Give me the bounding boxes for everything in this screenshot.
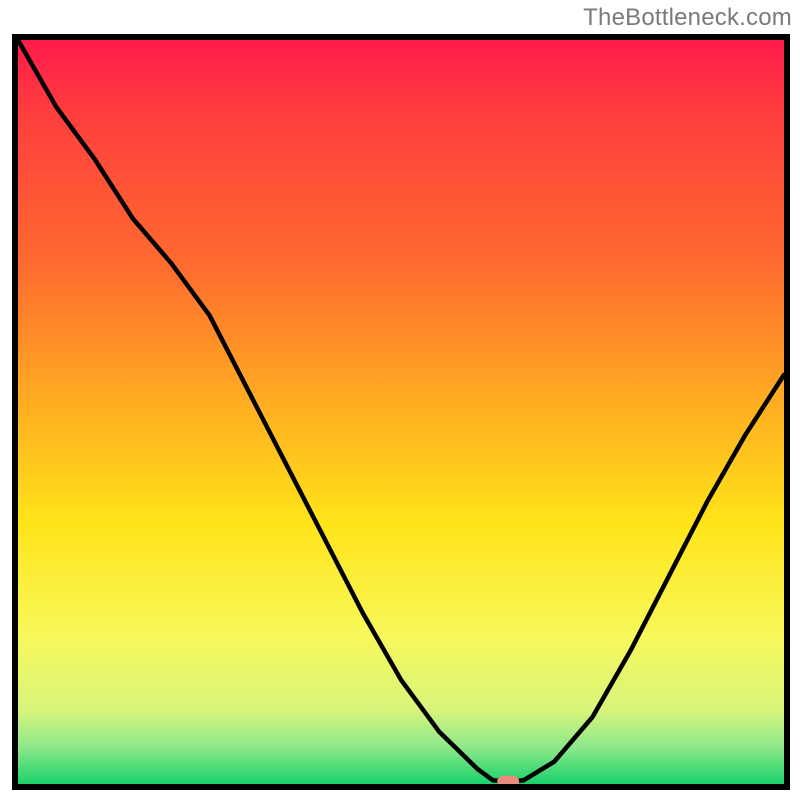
gradient-background xyxy=(18,40,784,784)
plot-area xyxy=(12,34,790,790)
chart-frame: TheBottleneck.com xyxy=(0,0,800,800)
watermark-text: TheBottleneck.com xyxy=(583,4,792,32)
chart-svg xyxy=(12,34,790,790)
